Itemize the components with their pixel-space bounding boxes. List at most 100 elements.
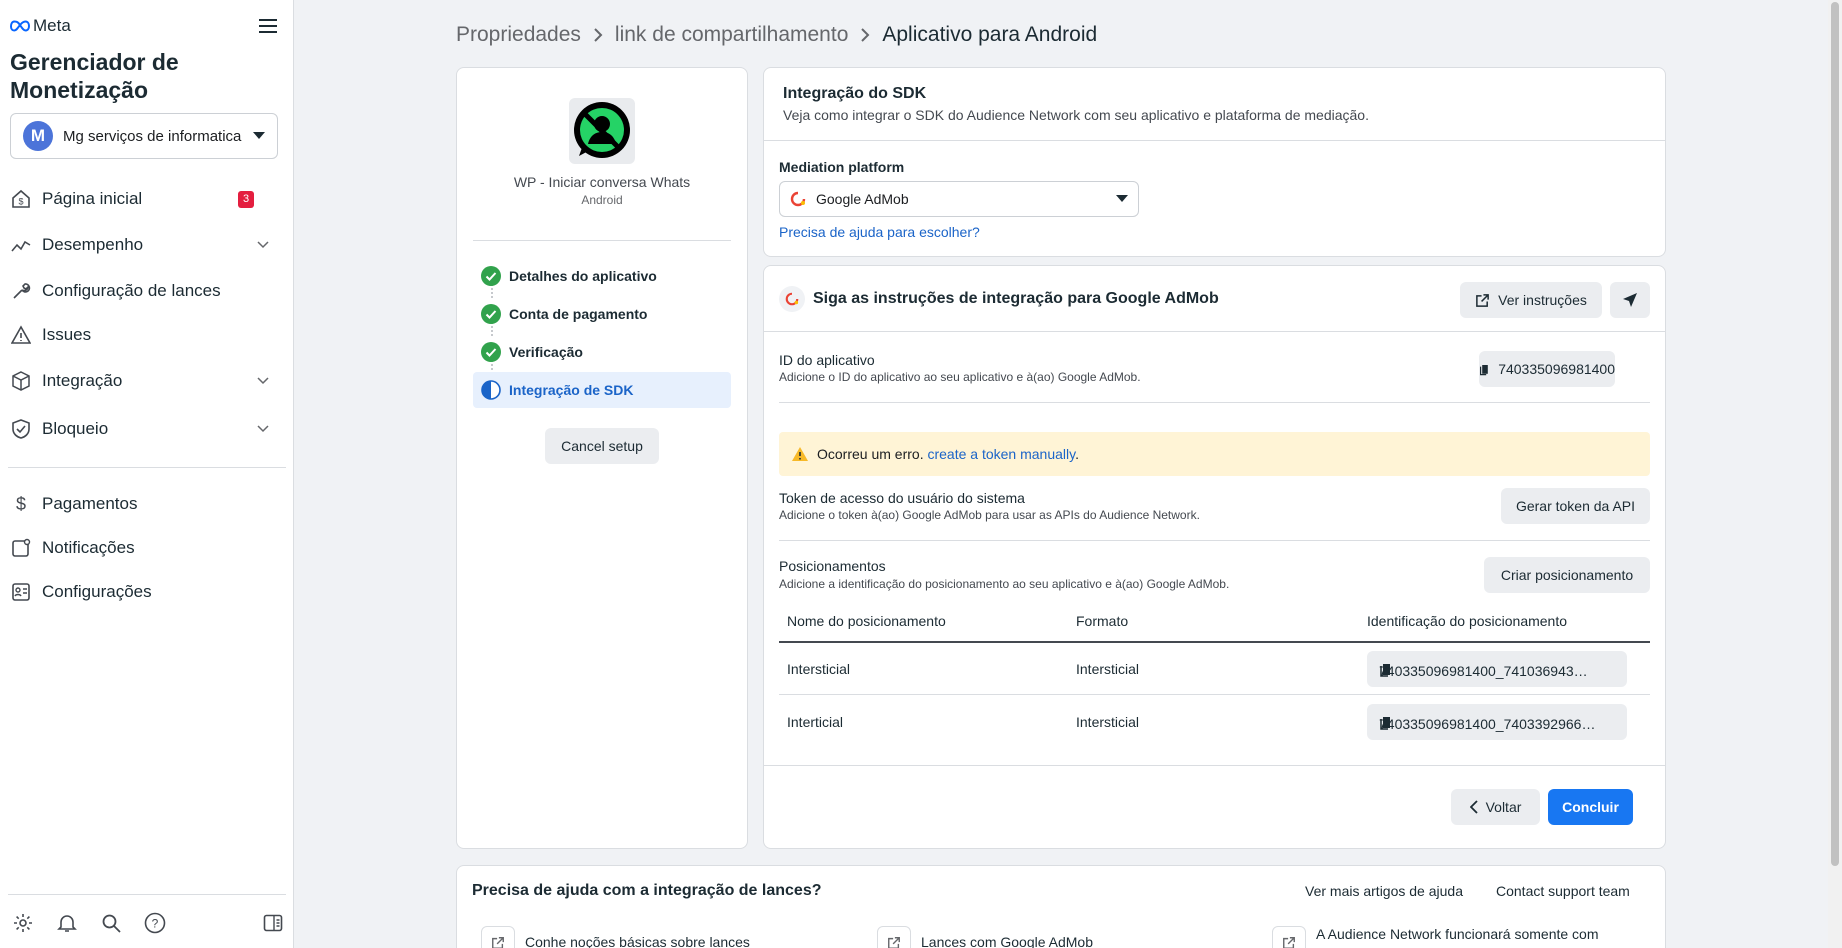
account-selector[interactable]: M Mg serviços de informatica <box>10 113 278 159</box>
search-icon[interactable] <box>100 912 122 934</box>
view-instructions-label: Ver instruções <box>1498 292 1587 308</box>
external-link-icon <box>877 926 911 948</box>
svg-text:?: ? <box>152 917 159 931</box>
nav-label: Desempenho <box>42 235 144 254</box>
sidebar-bottom-divider <box>8 894 286 895</box>
check-circle-icon <box>481 342 501 362</box>
gear-icon[interactable] <box>12 912 34 934</box>
nav-item-issues[interactable]: Issues <box>0 317 285 353</box>
admob-logo-icon <box>779 286 805 312</box>
help-icon[interactable]: ? <box>144 912 166 934</box>
wrench-icon <box>10 280 32 302</box>
section-divider <box>764 140 1665 141</box>
back-label: Voltar <box>1485 799 1522 815</box>
view-instructions-button[interactable]: Ver instruções <box>1460 282 1602 318</box>
copy-placement-id-button[interactable]: 740335096981400_7403392966… <box>1367 704 1627 740</box>
shield-check-icon <box>10 418 32 440</box>
sidebar-tools: ? <box>12 910 284 936</box>
app-name: WP - Iniciar conversa Whats <box>513 174 691 190</box>
nav-item-performance[interactable]: Desempenho <box>0 227 285 263</box>
breadcrumb-item[interactable]: Propriedades <box>456 23 581 47</box>
step-app-details[interactable]: Detalhes do aplicativo <box>473 258 731 294</box>
help-article[interactable]: Lances com Google AdMob <box>877 926 1093 948</box>
nav-label: Integração <box>42 371 123 390</box>
row-divider <box>779 402 1650 403</box>
instructions-header: Siga as instruções de integração para Go… <box>779 282 1219 316</box>
finish-button[interactable]: Concluir <box>1548 789 1633 825</box>
notification-icon <box>10 537 32 559</box>
sdk-title: Integração do SDK <box>783 85 927 102</box>
steps-divider <box>473 240 731 241</box>
placement-name: Interticial <box>787 714 844 730</box>
placements-title: Posicionamentos <box>779 558 886 574</box>
column-header: Nome do posicionamento <box>787 613 946 629</box>
help-choose-link[interactable]: Precisa de ajuda para escolher? <box>779 224 980 240</box>
home-dollar-icon: $ <box>10 188 32 210</box>
app-title: Gerenciador de Monetização <box>10 49 179 103</box>
cube-icon <box>10 370 32 392</box>
create-token-link[interactable]: create a token manually <box>927 446 1075 462</box>
account-name: Mg serviços de informatica <box>63 127 242 145</box>
step-label: Integração de SDK <box>509 382 634 398</box>
hamburger-menu-icon[interactable] <box>258 18 278 34</box>
placements-table-header: Nome do posicionamento Formato Identific… <box>779 601 1650 643</box>
mediation-platform-select[interactable]: Google AdMob <box>779 181 1139 217</box>
nav-label: Issues <box>42 325 92 344</box>
nav-item-bidding-config[interactable]: Configuração de lances <box>0 273 285 309</box>
page-scrollbar[interactable] <box>1828 0 1842 948</box>
step-payment-account[interactable]: Conta de pagamento <box>473 296 731 332</box>
sdk-integration-card: Integração do SDK Veja como integrar o S… <box>763 67 1666 257</box>
breadcrumb-item[interactable]: link de compartilhamento <box>615 23 848 47</box>
cancel-setup-button[interactable]: Cancel setup <box>545 428 659 464</box>
chevron-left-icon <box>1469 800 1478 814</box>
token-title: Token de acesso do usuário do sistema <box>779 490 1025 506</box>
copy-app-id-button[interactable]: 740335096981400 <box>1479 351 1615 387</box>
contact-support-link[interactable]: Contact support team <box>1496 883 1630 899</box>
create-placement-button[interactable]: Criar posicionamento <box>1484 557 1650 593</box>
back-button[interactable]: Voltar <box>1451 789 1540 825</box>
app-icon <box>569 98 635 164</box>
copy-placement-id-button[interactable]: 740335096981400_741036943… <box>1367 651 1627 687</box>
dollar-icon: $ <box>10 493 32 515</box>
generate-api-token-button[interactable]: Gerar token da API <box>1501 488 1650 524</box>
section-divider <box>764 331 1665 332</box>
nav-item-settings[interactable]: Configurações <box>0 574 285 610</box>
step-verification[interactable]: Verificação <box>473 334 731 370</box>
notification-badge: 3 <box>238 190 254 208</box>
scrollbar-thumb[interactable] <box>1831 2 1839 866</box>
nav-label: Configuração de lances <box>42 281 221 300</box>
app-id-value: 740335096981400 <box>1498 361 1615 377</box>
chevron-down-icon <box>257 241 269 249</box>
nav-item-notifications[interactable]: Notificações <box>0 530 285 566</box>
nav-item-integration[interactable]: Integração <box>0 363 285 399</box>
nav-label: Notificações <box>42 538 135 557</box>
check-circle-icon <box>481 304 501 324</box>
copy-icon <box>1480 364 1488 376</box>
table-row: Interticial Intersticial 740335096981400… <box>779 696 1650 748</box>
bell-icon[interactable] <box>56 912 78 934</box>
send-instructions-button[interactable] <box>1610 282 1650 318</box>
step-sdk-integration[interactable]: Integração de SDK <box>473 372 731 408</box>
help-article[interactable]: Conhe noções básicas sobre lances <box>481 926 750 948</box>
alert-text: Ocorreu um erro. <box>817 446 924 462</box>
meta-logo[interactable]: Meta <box>10 16 71 36</box>
chevron-down-icon <box>257 425 269 433</box>
caret-down-icon <box>1116 195 1128 203</box>
help-article[interactable]: A Audience Network funcionará somente co… <box>1272 926 1599 948</box>
table-row: Intersticial Intersticial 74033509698140… <box>779 643 1650 695</box>
app-id-subtitle: Adicione o ID do aplicativo ao seu aplic… <box>779 370 1141 384</box>
help-title: Precisa de ajuda com a integração de lan… <box>472 882 822 899</box>
step-label: Detalhes do aplicativo <box>509 268 657 284</box>
more-articles-link[interactable]: Ver mais artigos de ajuda <box>1305 883 1463 899</box>
sidebar-divider <box>8 467 286 468</box>
step-label: Conta de pagamento <box>509 306 648 322</box>
placement-format: Intersticial <box>1076 661 1140 677</box>
svg-text:$: $ <box>18 197 23 207</box>
nav-label: Página inicial <box>42 189 143 208</box>
nav-item-home[interactable]: $ Página inicial 3 <box>0 181 285 217</box>
nav-item-blocking[interactable]: Bloqueio <box>0 411 285 447</box>
external-link-icon <box>1272 926 1306 948</box>
nav-item-payments[interactable]: $ Pagamentos <box>0 486 285 522</box>
panel-toggle-icon[interactable] <box>262 912 284 934</box>
chart-line-icon <box>10 234 32 256</box>
